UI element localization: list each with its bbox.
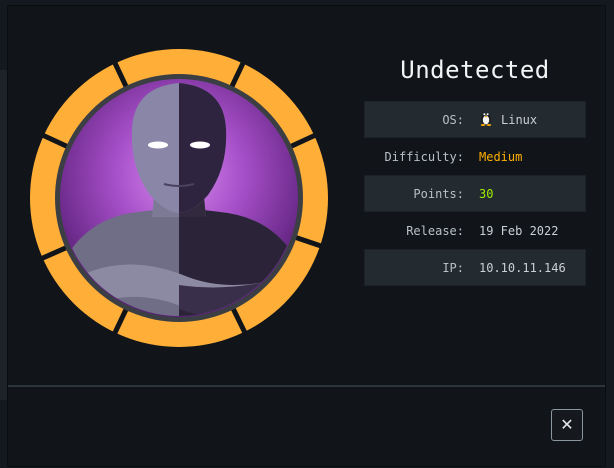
machine-avatar-icon xyxy=(30,49,328,347)
ip-value[interactable]: 10.10.11.146 xyxy=(479,261,566,275)
info-row-release: Release: 19 Feb 2022 xyxy=(364,212,586,249)
release-value: 19 Feb 2022 xyxy=(479,223,559,238)
info-row-os: OS: Linux xyxy=(364,101,586,138)
info-row-difficulty: Difficulty: Medium xyxy=(364,138,586,175)
difficulty-label: Difficulty: xyxy=(384,149,464,164)
points-label: Points: xyxy=(413,186,464,201)
close-button[interactable]: ✕ xyxy=(551,409,583,441)
difficulty-value: Medium xyxy=(479,149,523,164)
machine-name: Undetected xyxy=(400,56,550,84)
os-value-text: Linux xyxy=(501,112,538,127)
os-label: OS: xyxy=(442,112,464,127)
machine-avatar xyxy=(28,47,330,353)
info-row-ip: IP: 10.10.11.146 xyxy=(364,249,586,286)
tux-icon xyxy=(479,110,493,129)
modal-divider xyxy=(8,385,605,387)
points-value: 30 xyxy=(479,186,494,201)
os-value: Linux xyxy=(479,110,537,129)
info-row-points: Points: 30 xyxy=(364,175,586,212)
release-label: Release: xyxy=(406,223,464,238)
ip-label: IP: xyxy=(442,260,464,275)
